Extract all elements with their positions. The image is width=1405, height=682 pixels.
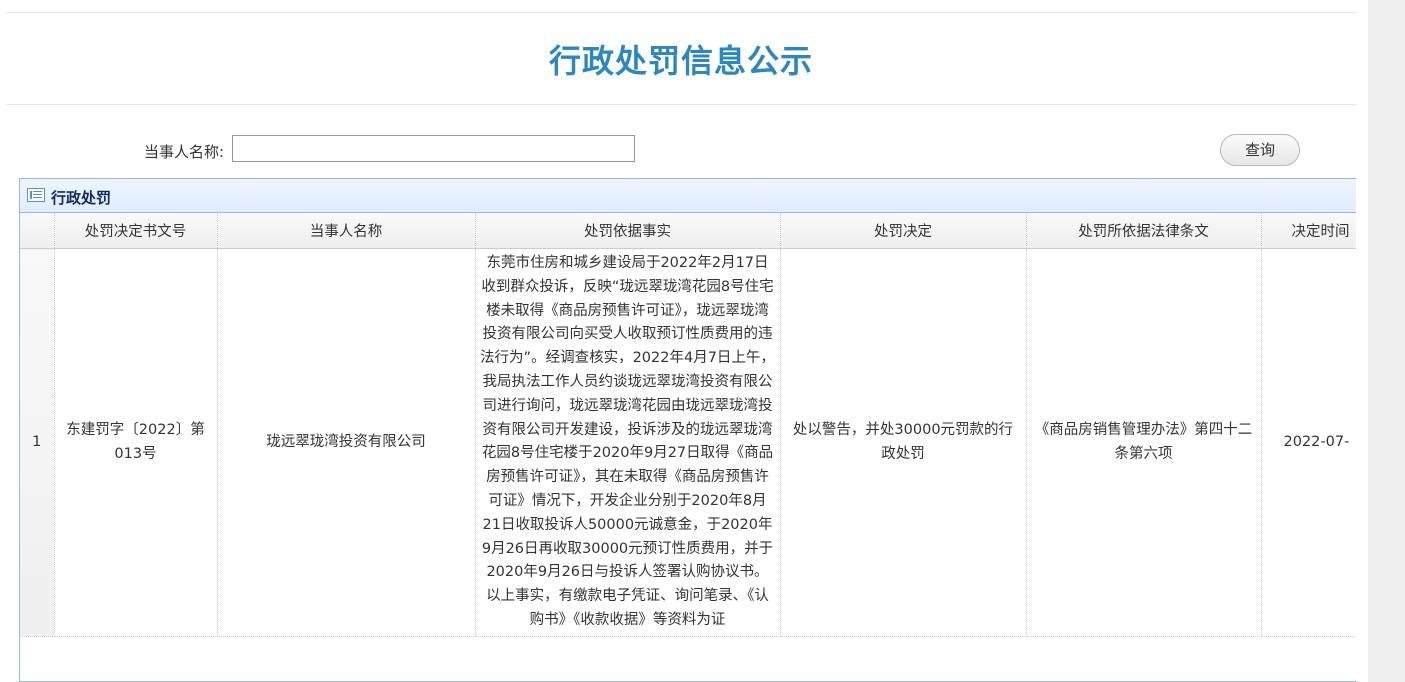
page: 行政处罚信息公示 当事人名称: 查询 行政处罚 处罚决定书文号 当事人名称 处罚… xyxy=(0,0,1405,682)
column-header-decision[interactable]: 处罚决定 xyxy=(780,213,1027,249)
penalty-panel: 行政处罚 处罚决定书文号 当事人名称 处罚依据事实 处罚决定 处罚所依据法律条文… xyxy=(19,178,1356,682)
cell-law: 《商品房销售管理办法》第四十二条第六项 xyxy=(1026,248,1262,637)
table-header-row: 处罚决定书文号 当事人名称 处罚依据事实 处罚决定 处罚所依据法律条文 决定时间 xyxy=(20,213,1356,249)
cell-date: 2022-07- xyxy=(1261,248,1356,637)
column-header-facts[interactable]: 处罚依据事实 xyxy=(475,213,781,249)
table-row[interactable]: 1 东建罚字〔2022〕第013号 珑远翠珑湾投资有限公司 东莞市住房和城乡建设… xyxy=(20,248,1356,637)
list-icon xyxy=(27,188,45,202)
top-divider xyxy=(6,12,1356,13)
party-name-input[interactable] xyxy=(232,135,635,162)
column-header-date[interactable]: 决定时间 xyxy=(1261,213,1356,249)
cell-facts: 东莞市住房和城乡建设局于2022年2月17日收到群众投诉，反映“珑远翠珑湾花园8… xyxy=(475,248,781,637)
penalty-table: 处罚决定书文号 当事人名称 处罚依据事实 处罚决定 处罚所依据法律条文 决定时间… xyxy=(20,213,1356,637)
page-scrollbar[interactable] xyxy=(1368,0,1405,682)
cell-party: 珑远翠珑湾投资有限公司 xyxy=(217,248,476,637)
panel-header: 行政处罚 xyxy=(20,179,1356,213)
column-header-law[interactable]: 处罚所依据法律条文 xyxy=(1026,213,1262,249)
row-number: 1 xyxy=(20,248,55,637)
title-divider xyxy=(6,104,1356,105)
query-button[interactable]: 查询 xyxy=(1220,134,1300,166)
panel-title: 行政处罚 xyxy=(51,189,112,207)
cell-doc-no: 东建罚字〔2022〕第013号 xyxy=(54,248,218,637)
page-title: 行政处罚信息公示 xyxy=(548,42,813,80)
cell-decision: 处以警告，并处30000元罚款的行政处罚 xyxy=(780,248,1027,637)
column-header-doc-no[interactable]: 处罚决定书文号 xyxy=(54,213,218,249)
column-header-index xyxy=(20,213,55,249)
column-header-party[interactable]: 当事人名称 xyxy=(217,213,476,249)
party-name-label: 当事人名称: xyxy=(144,143,225,161)
